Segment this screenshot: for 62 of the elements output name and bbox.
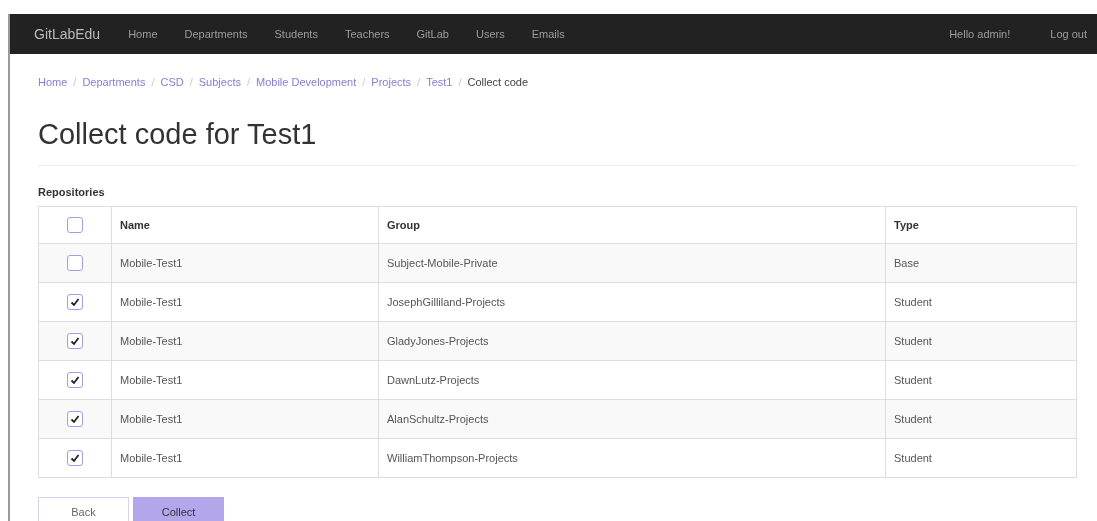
breadcrumb-separator: /: [458, 76, 462, 88]
nav-link[interactable]: Students: [274, 28, 318, 40]
checkbox[interactable]: [67, 294, 83, 310]
breadcrumb-link[interactable]: CSD: [160, 76, 184, 88]
column-header: Group: [378, 206, 886, 244]
page-title: Collect code for Test1: [38, 118, 1077, 166]
table-cell: GladyJones-Projects: [378, 321, 886, 361]
table-cell: Base: [885, 243, 1077, 283]
table-cell: Student: [885, 282, 1077, 322]
table-cell: Mobile-Test1: [111, 243, 379, 283]
breadcrumb-link[interactable]: Test1: [426, 76, 453, 88]
collect-button[interactable]: Collect: [133, 497, 224, 521]
nav-link[interactable]: Teachers: [344, 28, 390, 40]
checkbox[interactable]: [67, 450, 83, 466]
breadcrumb-link[interactable]: Projects: [371, 76, 412, 88]
table-cell: Subject-Mobile-Private: [378, 243, 886, 283]
breadcrumb-separator: /: [246, 76, 250, 88]
checkbox[interactable]: [67, 333, 83, 349]
checkbox[interactable]: [67, 372, 83, 388]
check-icon: [70, 453, 80, 463]
greeting: Hello admin!: [949, 28, 1011, 40]
back-button[interactable]: Back: [38, 497, 129, 521]
nav-link[interactable]: Users: [476, 28, 505, 40]
nav-link[interactable]: GitLab: [416, 28, 449, 40]
brand[interactable]: GitLabEdu: [34, 26, 101, 42]
table-cell: Student: [885, 438, 1077, 478]
table-cell: Mobile-Test1: [111, 399, 379, 439]
breadcrumb-separator: /: [73, 76, 77, 88]
breadcrumb-link[interactable]: Mobile Development: [256, 76, 357, 88]
table-cell: Student: [885, 321, 1077, 361]
check-icon: [70, 336, 80, 346]
breadcrumb-separator: /: [417, 76, 421, 88]
breadcrumb-separator: /: [151, 76, 155, 88]
table-cell: JosephGilliland-Projects: [378, 282, 886, 322]
nav-link[interactable]: Emails: [531, 28, 565, 40]
breadcrumb-link[interactable]: Subjects: [198, 76, 241, 88]
table-cell: Mobile-Test1: [111, 282, 379, 322]
check-icon: [70, 297, 80, 307]
table-cell: Student: [885, 360, 1077, 400]
checkbox[interactable]: [67, 255, 83, 271]
column-header: Type: [885, 206, 1077, 244]
table-cell: DawnLutz-Projects: [378, 360, 886, 400]
breadcrumb-separator: /: [189, 76, 193, 88]
nav-link[interactable]: Home: [128, 28, 158, 40]
breadcrumb-link[interactable]: Departments: [82, 76, 146, 88]
table-cell: Mobile-Test1: [111, 321, 379, 361]
checkbox[interactable]: [67, 217, 83, 233]
breadcrumb-current: Collect code: [467, 76, 529, 88]
check-icon: [70, 414, 80, 424]
breadcrumb-link[interactable]: Home: [38, 76, 68, 88]
table-cell: AlanSchultz-Projects: [378, 399, 886, 439]
section-label: Repositories: [38, 186, 106, 198]
nav-link[interactable]: Departments: [184, 28, 248, 40]
check-icon: [70, 375, 80, 385]
table-cell: WilliamThompson-Projects: [378, 438, 886, 478]
checkbox[interactable]: [67, 411, 83, 427]
column-header: Name: [111, 206, 379, 244]
logout-link[interactable]: Log out: [1050, 28, 1087, 40]
breadcrumb-separator: /: [362, 76, 366, 88]
table-cell: Student: [885, 399, 1077, 439]
table-cell: Mobile-Test1: [111, 438, 379, 478]
table-cell: Mobile-Test1: [111, 360, 379, 400]
